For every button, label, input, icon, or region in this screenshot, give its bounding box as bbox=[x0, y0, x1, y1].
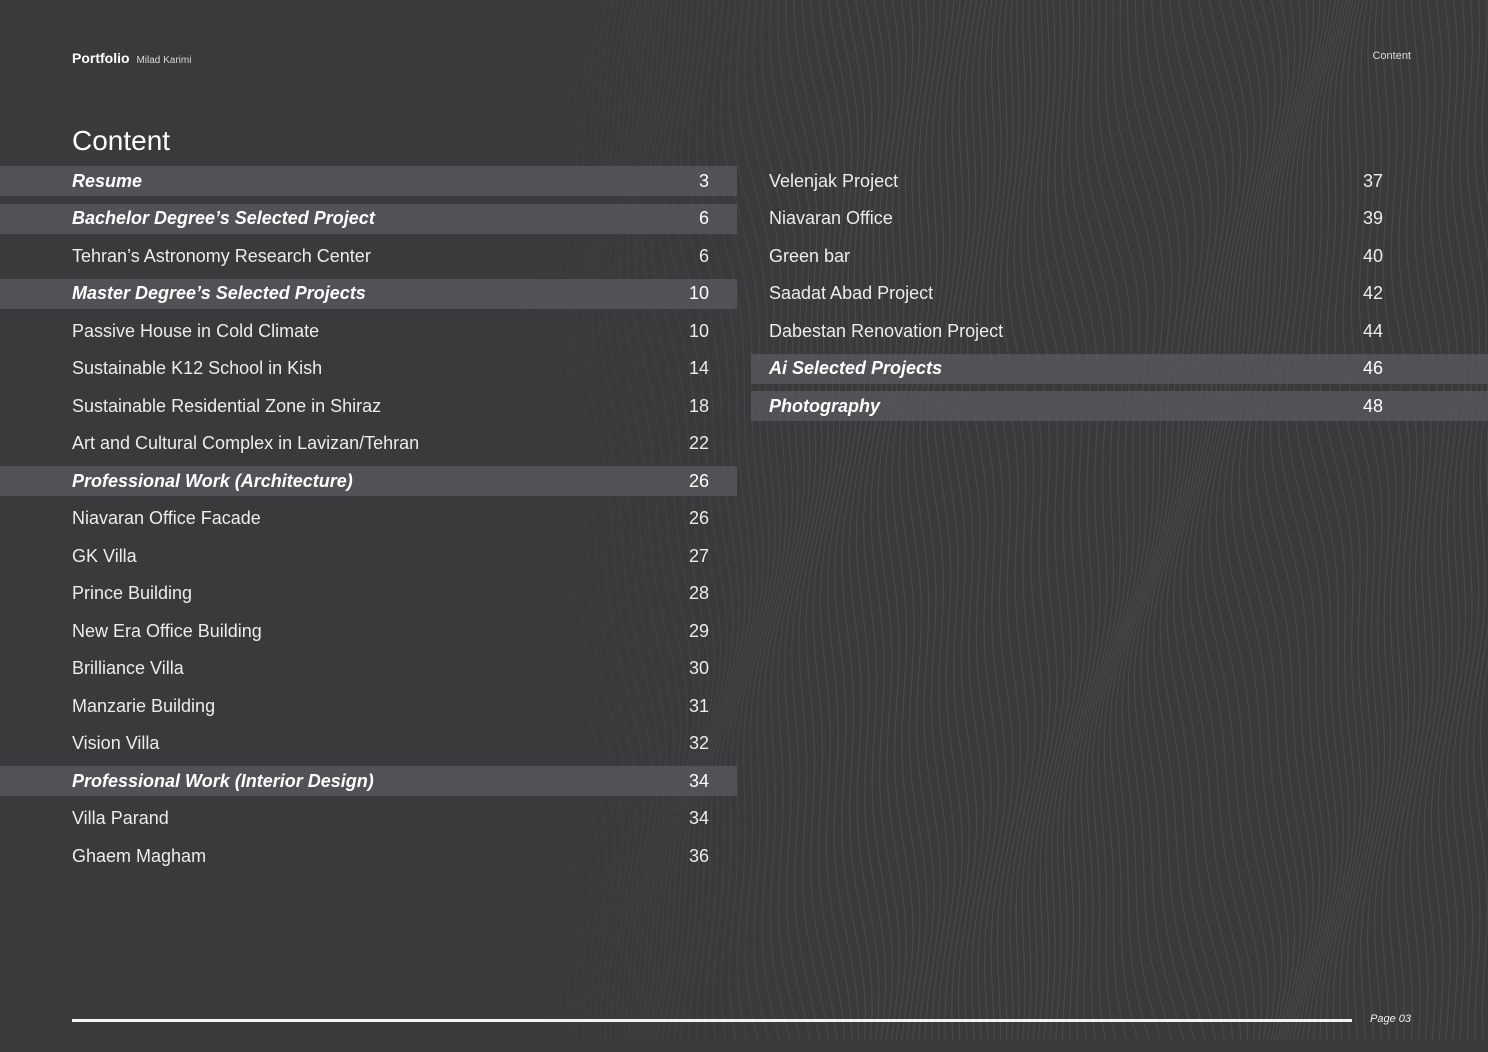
toc-section-label: Professional Work (Interior Design) bbox=[72, 770, 374, 791]
toc-section-label: Resume bbox=[72, 170, 143, 191]
toc-left-column: Resume 3 Bachelor Degree’s Selected Projec… bbox=[0, 166, 737, 879]
toc-entry-row[interactable]: Ghaem Magham 36 bbox=[0, 841, 737, 871]
toc-section-label: Bachelor Degree’s Selected Project bbox=[72, 208, 375, 228]
toc-page-number: 6 bbox=[698, 208, 709, 228]
toc-page-number: 26 bbox=[688, 508, 709, 528]
toc-entry-row[interactable]: Green bar 40 bbox=[751, 241, 1488, 271]
toc-page-number: 31 bbox=[688, 695, 709, 716]
toc-page-number: 40 bbox=[1362, 245, 1383, 266]
toc-entry-label: Vision Villa bbox=[72, 733, 160, 753]
toc-entry-label: Villa Parand bbox=[72, 808, 169, 828]
toc-section-label: Ai Selected Projects bbox=[769, 358, 943, 378]
toc-page-number: 18 bbox=[688, 395, 709, 416]
toc-entry-label: Passive House in Cold Climate bbox=[72, 320, 320, 341]
toc-entry-row[interactable]: Brilliance Villa 30 bbox=[0, 654, 737, 684]
toc-page-number: 30 bbox=[688, 658, 709, 678]
toc-entry-label: Niavaran Office bbox=[769, 208, 893, 228]
toc-entry-row[interactable]: Sustainable K12 School in Kish 14 bbox=[0, 354, 737, 384]
toc-page-number: 46 bbox=[1362, 358, 1383, 378]
toc-entry-row[interactable]: Niavaran Office 39 bbox=[751, 204, 1488, 234]
toc-entry-label: Ghaem Magham bbox=[72, 845, 207, 866]
toc-page-number: 37 bbox=[1362, 170, 1383, 191]
toc-page-number: 6 bbox=[698, 245, 709, 266]
toc-entry-row[interactable]: Dabestan Renovation Project 44 bbox=[751, 316, 1488, 346]
toc-entry-row[interactable]: Vision Villa 32 bbox=[0, 729, 737, 759]
page-number: Page 03 bbox=[1370, 1013, 1411, 1025]
toc-page-number: 27 bbox=[688, 545, 709, 566]
toc-entry-label: Tehran’s Astronomy Research Center bbox=[72, 245, 371, 266]
toc-section-row[interactable]: Master Degree’s Selected Projects 10 bbox=[0, 278, 737, 309]
toc-page-number: 44 bbox=[1362, 320, 1383, 341]
toc-entry-row[interactable]: Art and Cultural Complex in Lavizan/Tehr… bbox=[0, 429, 737, 459]
toc-page-number: 3 bbox=[698, 170, 709, 191]
toc-entry-label: Dabestan Renovation Project bbox=[769, 320, 1004, 341]
toc-page-number: 32 bbox=[688, 733, 709, 753]
toc-section-label: Photography bbox=[769, 395, 880, 416]
toc-entry-row[interactable]: GK Villa 27 bbox=[0, 541, 737, 571]
toc-section-row[interactable]: Bachelor Degree’s Selected Project 6 bbox=[0, 203, 737, 234]
toc-entry-row[interactable]: Velenjak Project 37 bbox=[751, 166, 1488, 196]
toc-entry-label: Brilliance Villa bbox=[72, 658, 184, 678]
page-title: Content bbox=[72, 125, 171, 156]
toc-entry-row[interactable]: Tehran’s Astronomy Research Center 6 bbox=[0, 241, 737, 271]
toc-page-number: 48 bbox=[1362, 395, 1383, 416]
toc-section-row[interactable]: Professional Work (Architecture) 26 bbox=[0, 466, 737, 496]
toc-entry-label: Saadat Abad Project bbox=[769, 283, 934, 303]
toc-section-row[interactable]: Photography 48 bbox=[751, 391, 1488, 421]
toc-entry-label: Sustainable K12 School in Kish bbox=[72, 358, 323, 378]
toc-right-column: Velenjak Project 37 Niavaran Office 39 Green… bbox=[751, 166, 1488, 429]
toc-section-label: Master Degree’s Selected Projects bbox=[72, 283, 366, 303]
toc-page-number: 26 bbox=[688, 470, 709, 491]
portfolio-brand: Portfolio bbox=[72, 50, 130, 66]
toc-entry-row[interactable]: Prince Building 28 bbox=[0, 579, 737, 609]
toc-page-number: 42 bbox=[1362, 283, 1383, 303]
toc-entry-row[interactable]: Passive House in Cold Climate 10 bbox=[0, 316, 737, 346]
toc-entry-row[interactable]: New Era Office Building 29 bbox=[0, 616, 737, 646]
toc-section-row[interactable]: Professional Work (Interior Design) 34 bbox=[0, 766, 737, 796]
toc-page-number: 14 bbox=[688, 358, 709, 378]
toc-entry-row[interactable]: Niavaran Office Facade 26 bbox=[0, 504, 737, 534]
toc-entry-row[interactable]: Sustainable Residential Zone in Shiraz 18 bbox=[0, 391, 737, 421]
toc-entry-label: Velenjak Project bbox=[769, 170, 899, 191]
toc-entry-label: Prince Building bbox=[72, 583, 193, 603]
toc-page-number: 34 bbox=[688, 808, 709, 828]
toc-page-number: 39 bbox=[1362, 208, 1383, 228]
toc-entry-label: GK Villa bbox=[72, 545, 137, 566]
toc-section-row[interactable]: Ai Selected Projects 46 bbox=[751, 353, 1488, 384]
toc-entry-label: New Era Office Building bbox=[72, 620, 262, 641]
toc-entry-label: Sustainable Residential Zone in Shiraz bbox=[72, 395, 382, 416]
toc-page-number: 22 bbox=[688, 433, 709, 453]
toc-entry-label: Niavaran Office Facade bbox=[72, 508, 261, 528]
toc-page-number: 10 bbox=[688, 320, 709, 341]
author-name: Milad Karimi bbox=[136, 55, 192, 66]
toc-entry-label: Art and Cultural Complex in Lavizan/Tehr… bbox=[72, 433, 420, 453]
footer-divider bbox=[72, 1019, 1352, 1022]
toc-section-row[interactable]: Resume 3 bbox=[0, 166, 737, 196]
toc-entry-row[interactable]: Villa Parand 34 bbox=[0, 804, 737, 834]
toc-page-number: 34 bbox=[688, 770, 709, 791]
toc-page-number: 29 bbox=[688, 620, 709, 641]
toc-entry-label: Green bar bbox=[769, 245, 851, 266]
toc-entry-row[interactable]: Saadat Abad Project 42 bbox=[751, 279, 1488, 309]
toc-section-label: Professional Work (Architecture) bbox=[72, 470, 353, 491]
toc-entry-row[interactable]: Manzarie Building 31 bbox=[0, 691, 737, 721]
toc-page-number: 36 bbox=[688, 845, 709, 866]
toc-page-number: 10 bbox=[688, 283, 709, 303]
toc-entry-label: Manzarie Building bbox=[72, 695, 216, 716]
document-header: Portfolio Milad Karimi bbox=[72, 50, 191, 66]
section-label: Content bbox=[1372, 50, 1411, 62]
toc-page-number: 28 bbox=[688, 583, 709, 603]
